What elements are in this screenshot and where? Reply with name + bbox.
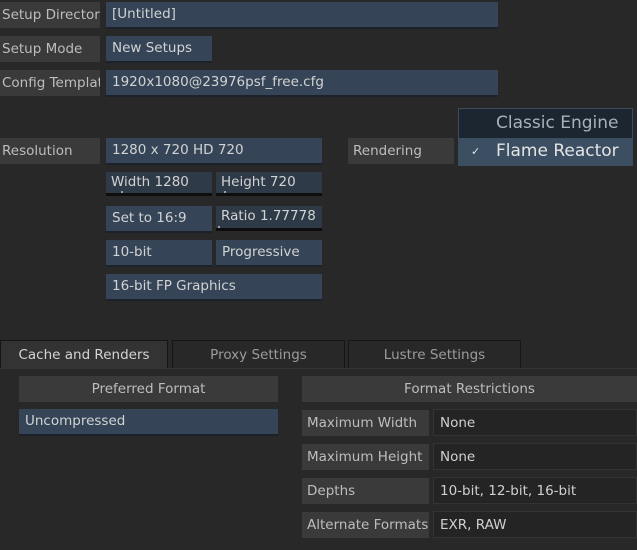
height-field[interactable]: Height 720 bbox=[216, 172, 322, 196]
ratio-field[interactable]: Ratio 1.77778 bbox=[216, 206, 322, 231]
scan-mode-button[interactable]: Progressive bbox=[216, 240, 322, 267]
maximum-width-field[interactable]: None bbox=[433, 409, 637, 436]
tab-lustre-settings[interactable]: Lustre Settings bbox=[348, 340, 521, 369]
setup-mode-button[interactable]: New Setups bbox=[106, 36, 212, 63]
depths-label: Depths bbox=[302, 478, 429, 504]
tab-proxy-settings[interactable]: Proxy Settings bbox=[172, 340, 345, 369]
rendering-option-label: Flame Reactor bbox=[496, 141, 619, 161]
rendering-option-label: Classic Engine bbox=[496, 113, 619, 133]
format-restrictions-header: Format Restrictions bbox=[302, 376, 637, 402]
width-field[interactable]: Width 1280 bbox=[106, 172, 212, 196]
resolution-label: Resolution bbox=[0, 138, 100, 164]
width-slider-handle[interactable] bbox=[121, 191, 123, 193]
config-template-label: Config Template bbox=[0, 70, 100, 96]
preferred-format-header: Preferred Format bbox=[19, 376, 278, 402]
rendering-menu[interactable]: Classic Engine ✓ Flame Reactor bbox=[458, 108, 633, 166]
maximum-height-label: Maximum Height bbox=[302, 444, 429, 470]
setup-directory-field[interactable]: [Untitled] bbox=[106, 2, 498, 29]
rendering-label: Rendering bbox=[348, 138, 454, 164]
set-aspect-button[interactable]: Set to 16:9 bbox=[106, 206, 212, 233]
preferred-format-field[interactable]: Uncompressed bbox=[19, 409, 278, 436]
graphics-depth-button[interactable]: 16-bit FP Graphics bbox=[106, 274, 322, 301]
setup-directory-label: Setup Directory bbox=[0, 2, 100, 28]
depths-field[interactable]: 10-bit, 12-bit, 16-bit bbox=[433, 477, 637, 504]
checkmark-icon: ✓ bbox=[471, 145, 481, 158]
rendering-option-flame-reactor[interactable]: ✓ Flame Reactor bbox=[459, 138, 632, 165]
height-slider-handle[interactable] bbox=[224, 191, 226, 193]
maximum-height-field[interactable]: None bbox=[433, 443, 637, 470]
tab-cache-and-renders[interactable]: Cache and Renders bbox=[0, 340, 168, 369]
alternate-formats-field[interactable]: EXR, RAW bbox=[433, 511, 637, 538]
resolution-preset-button[interactable]: 1280 x 720 HD 720 bbox=[106, 138, 322, 165]
maximum-width-label: Maximum Width bbox=[302, 410, 429, 436]
setup-mode-label: Setup Mode bbox=[0, 36, 100, 62]
bit-depth-button[interactable]: 10-bit bbox=[106, 240, 212, 267]
width-value: Width 1280 bbox=[111, 174, 189, 190]
ratio-slider-handle[interactable] bbox=[218, 226, 220, 228]
rendering-option-classic-engine[interactable]: Classic Engine bbox=[459, 110, 632, 137]
height-value: Height 720 bbox=[221, 174, 296, 190]
alternate-formats-label: Alternate Formats bbox=[302, 512, 429, 538]
ratio-value: Ratio 1.77778 bbox=[221, 208, 316, 224]
config-template-field[interactable]: 1920x1080@23976psf_free.cfg bbox=[106, 70, 498, 97]
